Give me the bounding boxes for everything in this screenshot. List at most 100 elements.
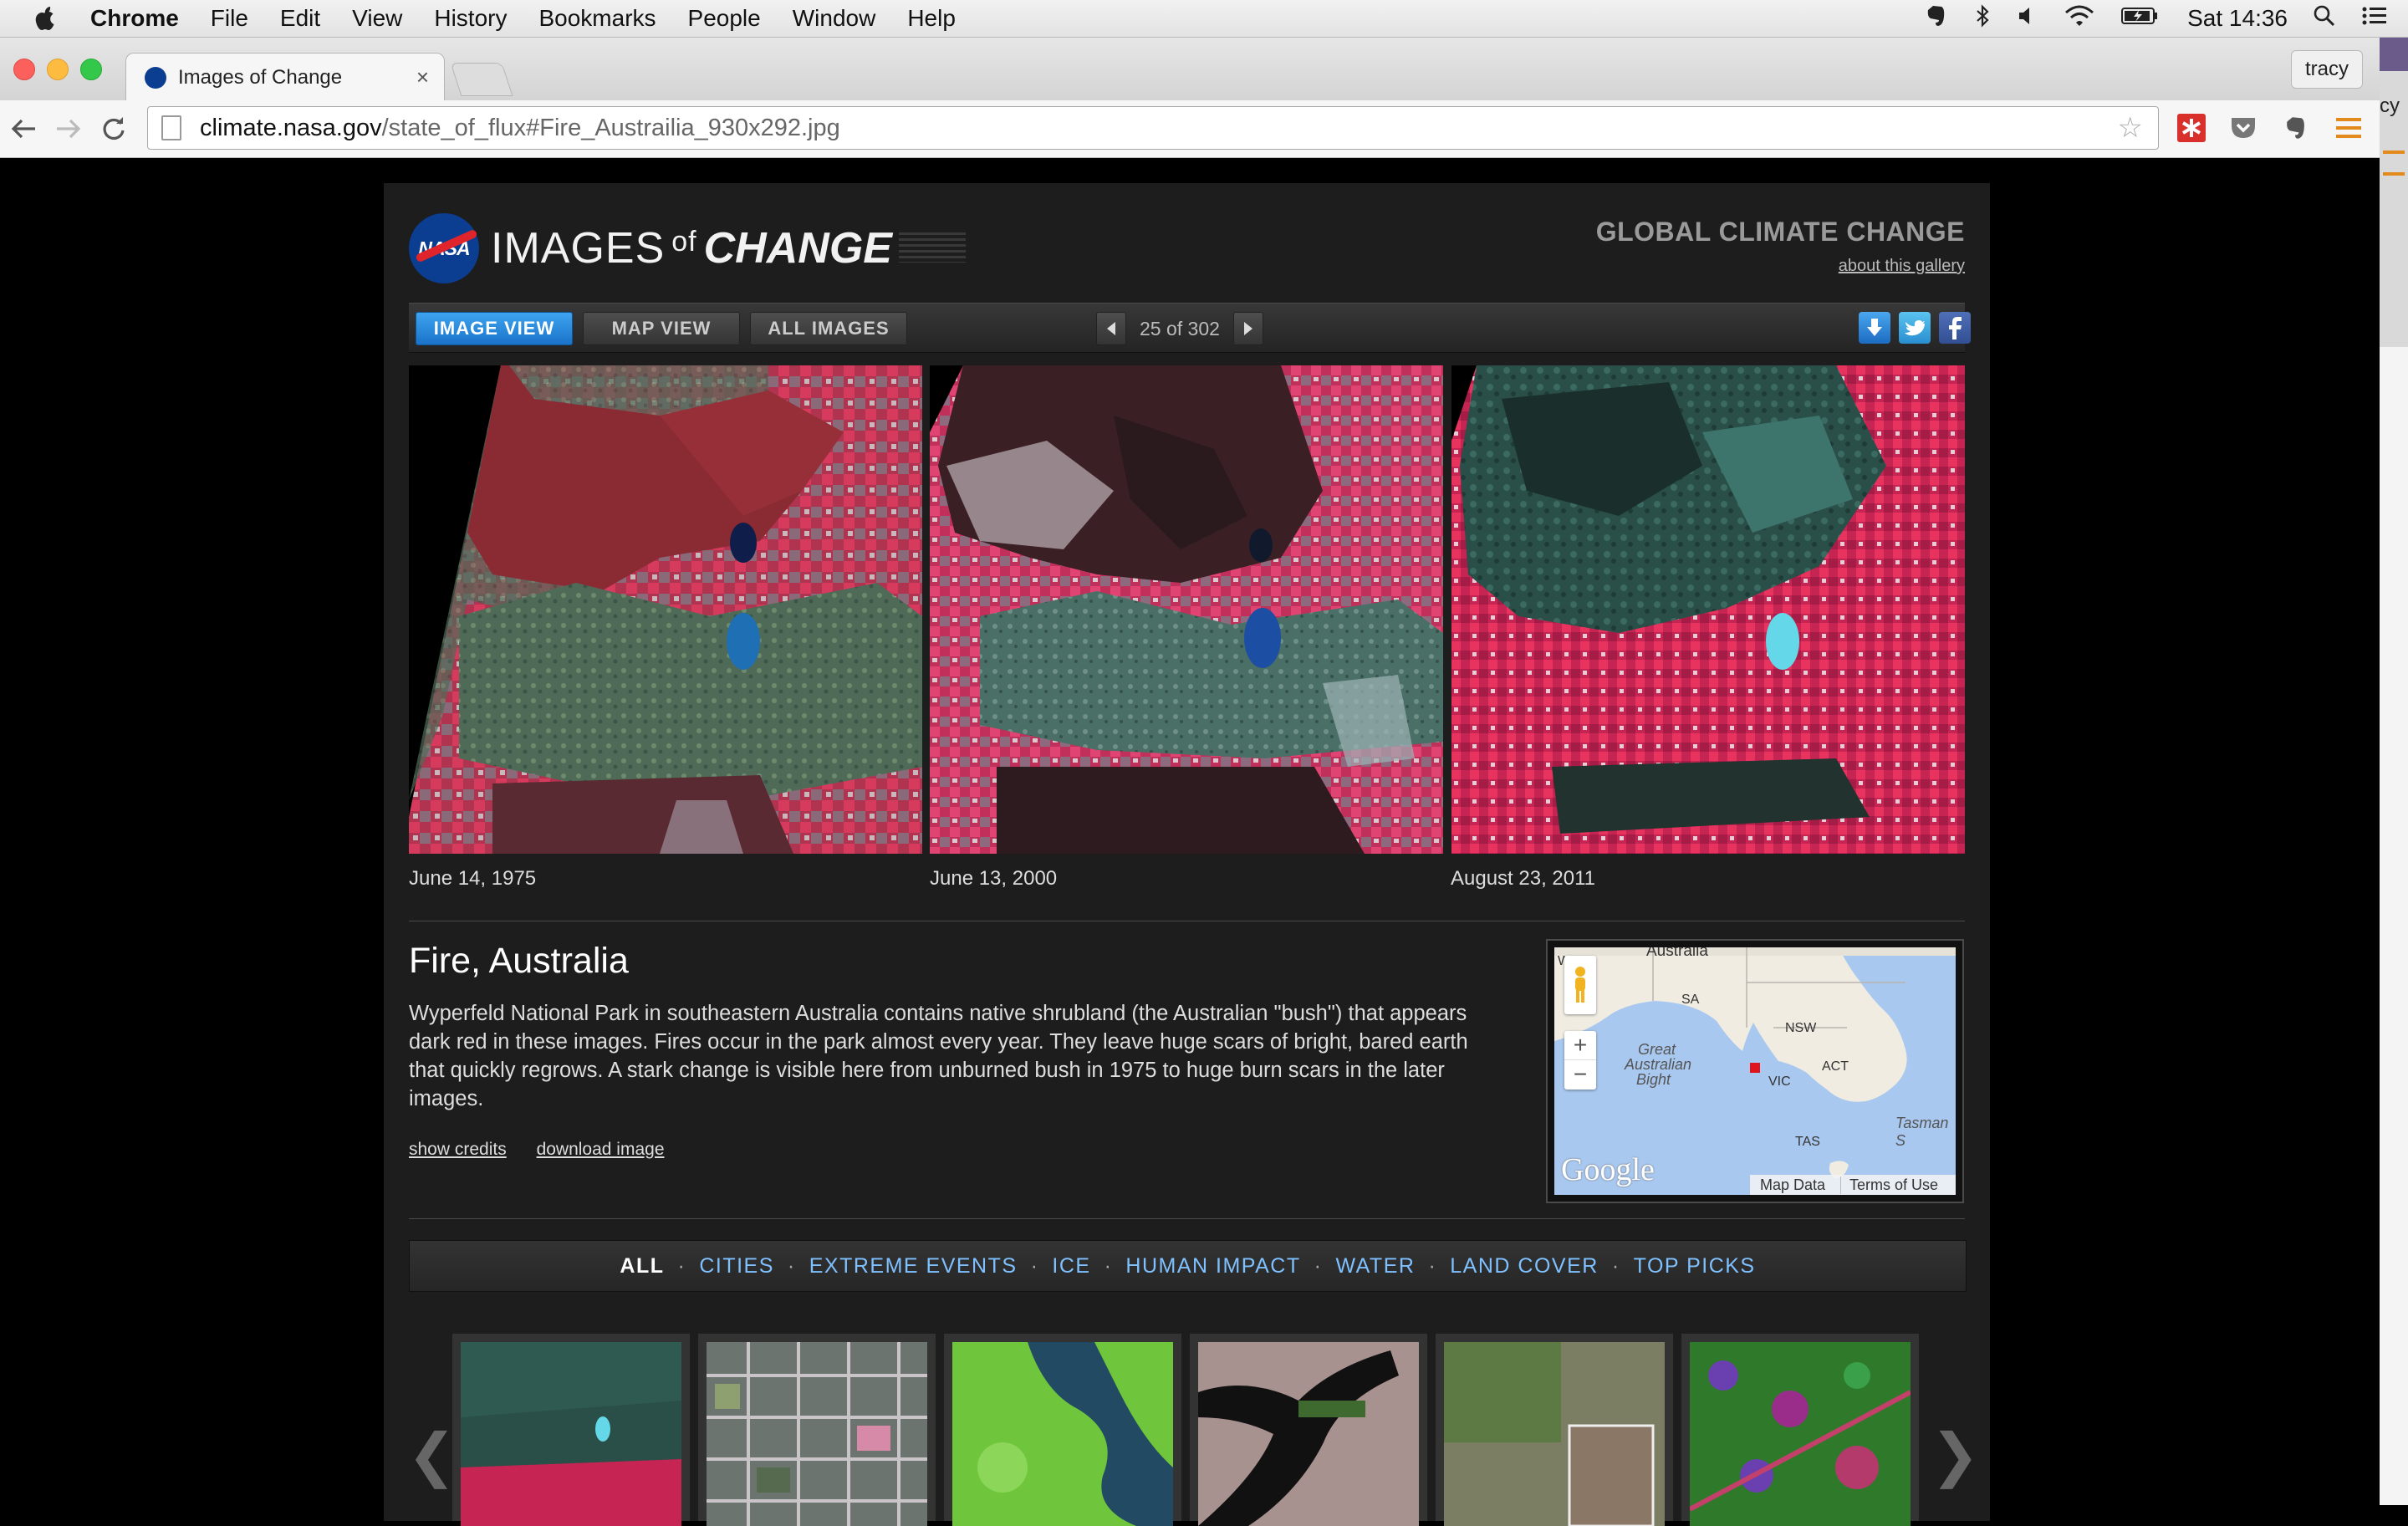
images-of-change-gallery: NASA IMAGES of CHANGE GLOBAL CLIMATE CHA… xyxy=(384,183,1990,1526)
brand-of: of xyxy=(671,226,697,258)
category-land-cover[interactable]: LAND COVER xyxy=(1450,1254,1599,1278)
minimize-window-button[interactable] xyxy=(47,59,69,80)
tab-strip: Images of Change × tracy xyxy=(0,38,2408,101)
category-separator: · xyxy=(677,1253,686,1278)
thumbnail-green-wetland[interactable] xyxy=(944,1334,1181,1526)
site-logo[interactable]: NASA IMAGES of CHANGE xyxy=(409,213,966,283)
spotlight-search-icon[interactable] xyxy=(2313,4,2336,33)
category-top-picks[interactable]: TOP PICKS xyxy=(1634,1254,1756,1278)
browser-toolbar: climate.nasa.gov/state_of_flux#Fire_Aust… xyxy=(0,100,2408,158)
download-icon[interactable] xyxy=(1859,312,1890,344)
evernote-extension-icon[interactable] xyxy=(2279,112,2311,144)
global-climate-change-title[interactable]: GLOBAL CLIMATE CHANGE xyxy=(1596,217,1965,248)
map-attribution: Map Data Terms of Use xyxy=(1750,1175,1956,1195)
image-title: Fire, Australia xyxy=(409,941,629,981)
evernote-status-icon[interactable] xyxy=(1923,3,1948,34)
category-water[interactable]: WATER xyxy=(1335,1254,1415,1278)
category-all[interactable]: ALL xyxy=(620,1254,664,1278)
thumbnail-desert-lake[interactable] xyxy=(1190,1334,1427,1526)
back-button[interactable] xyxy=(7,112,40,145)
menu-file[interactable]: File xyxy=(211,5,248,32)
chrome-menu-icon[interactable] xyxy=(2333,112,2365,144)
menu-window[interactable]: Window xyxy=(793,5,876,32)
carousel-prev-button[interactable]: ❮ xyxy=(407,1421,457,1489)
download-image-link[interactable]: download image xyxy=(537,1140,665,1159)
menu-view[interactable]: View xyxy=(352,5,402,32)
background-window-scrollbar[interactable] xyxy=(2380,347,2408,1505)
reload-button[interactable] xyxy=(97,112,130,145)
category-human-impact[interactable]: HUMAN IMPACT xyxy=(1125,1254,1300,1278)
map-zoom-out-button[interactable]: − xyxy=(1564,1060,1596,1089)
next-image-button[interactable] xyxy=(1232,312,1263,345)
map-zoom-control: + − xyxy=(1564,1031,1596,1090)
image-view-button[interactable]: IMAGE VIEW xyxy=(416,312,573,345)
forward-button[interactable] xyxy=(52,112,85,145)
menu-history[interactable]: History xyxy=(434,5,507,32)
map-view-button[interactable]: MAP VIEW xyxy=(583,312,740,345)
tab-close-icon[interactable]: × xyxy=(416,64,429,90)
show-credits-link[interactable]: show credits xyxy=(409,1140,507,1159)
menu-app-name[interactable]: Chrome xyxy=(90,5,179,32)
category-extreme-events[interactable]: EXTREME EVENTS xyxy=(809,1254,1018,1278)
thumbnail-vegetation-false-color[interactable] xyxy=(1681,1334,1919,1526)
caption-2000: June 13, 2000 xyxy=(930,867,1058,890)
facebook-icon[interactable] xyxy=(1939,312,1971,344)
bluetooth-icon[interactable] xyxy=(1973,3,1992,34)
category-cities[interactable]: CITIES xyxy=(699,1254,774,1278)
category-ice[interactable]: ICE xyxy=(1052,1254,1090,1278)
nasa-favicon-icon xyxy=(145,66,166,89)
url-path: /state_of_flux#Fire_Austrailia_930x292.j… xyxy=(381,114,840,141)
profile-button[interactable]: tracy xyxy=(2291,50,2363,89)
satellite-image-1975[interactable] xyxy=(409,365,922,854)
category-filter-bar: ALL · CITIES · EXTREME EVENTS · ICE · HU… xyxy=(409,1240,1967,1292)
satellite-image-2011[interactable] xyxy=(1451,365,1965,854)
pocket-icon[interactable] xyxy=(2227,112,2259,144)
image-counter: 25 of 302 xyxy=(1140,317,1220,339)
thumbnail-city-grid[interactable] xyxy=(698,1334,936,1526)
about-gallery-link[interactable]: about this gallery xyxy=(1839,257,1965,276)
extension-red-icon[interactable] xyxy=(2176,112,2207,144)
wifi-icon[interactable] xyxy=(2064,4,2095,33)
close-window-button[interactable] xyxy=(13,59,35,80)
location-marker[interactable] xyxy=(1750,1063,1760,1073)
map-label-vic: VIC xyxy=(1768,1074,1791,1089)
image-pager: 25 of 302 xyxy=(1096,312,1263,345)
map-zoom-in-button[interactable]: + xyxy=(1564,1031,1596,1060)
map-terms-link[interactable]: Terms of Use xyxy=(1840,1176,1938,1194)
location-map[interactable]: Australia WA SA NSW ACT VIC TAS Great Au… xyxy=(1546,939,1964,1203)
apple-icon[interactable] xyxy=(33,4,59,33)
address-bar[interactable]: climate.nasa.gov/state_of_flux#Fire_Aust… xyxy=(147,106,2159,150)
tab-title: Images of Change xyxy=(178,65,343,89)
notification-center-icon[interactable] xyxy=(2361,5,2388,33)
volume-icon[interactable] xyxy=(2017,5,2038,33)
battery-icon[interactable] xyxy=(2120,5,2159,33)
google-logo[interactable]: Google xyxy=(1561,1151,1655,1188)
tab-images-of-change[interactable]: Images of Change × xyxy=(125,53,445,101)
street-view-pegman-icon[interactable] xyxy=(1564,956,1596,1014)
carousel-next-button[interactable]: ❯ xyxy=(1931,1421,1980,1489)
menu-edit[interactable]: Edit xyxy=(280,5,320,32)
map-label-nsw: NSW xyxy=(1785,1021,1817,1035)
map-label-australia: Australia xyxy=(1646,947,1708,960)
new-tab-button[interactable] xyxy=(450,63,513,96)
map-label-act: ACT xyxy=(1822,1059,1849,1074)
caption-2011: August 23, 2011 xyxy=(1451,867,1596,890)
previous-image-button[interactable] xyxy=(1096,312,1126,345)
zoom-window-button[interactable] xyxy=(80,59,102,80)
thumbnail-mine-site[interactable] xyxy=(1436,1334,1673,1526)
view-toolbar: IMAGE VIEW MAP VIEW ALL IMAGES 25 of 302 xyxy=(409,303,1971,353)
map-data-link[interactable]: Map Data xyxy=(1760,1176,1825,1194)
category-separator: · xyxy=(1030,1253,1039,1278)
menu-bookmarks[interactable]: Bookmarks xyxy=(538,5,656,32)
map-canvas[interactable]: Australia WA SA NSW ACT VIC TAS Great Au… xyxy=(1554,947,1956,1195)
bookmark-star-icon[interactable]: ☆ xyxy=(2118,111,2143,145)
map-label-tasman: Tasman S xyxy=(1895,1115,1949,1149)
menu-people[interactable]: People xyxy=(688,5,761,32)
image-links: show credits download image xyxy=(409,1140,690,1160)
menu-clock[interactable]: Sat 14:36 xyxy=(2187,5,2288,32)
menu-help[interactable]: Help xyxy=(907,5,956,32)
satellite-image-2000[interactable] xyxy=(930,365,1443,854)
twitter-icon[interactable] xyxy=(1899,312,1931,344)
thumbnail-fire-australia[interactable] xyxy=(452,1334,690,1526)
all-images-button[interactable]: ALL IMAGES xyxy=(750,312,907,345)
